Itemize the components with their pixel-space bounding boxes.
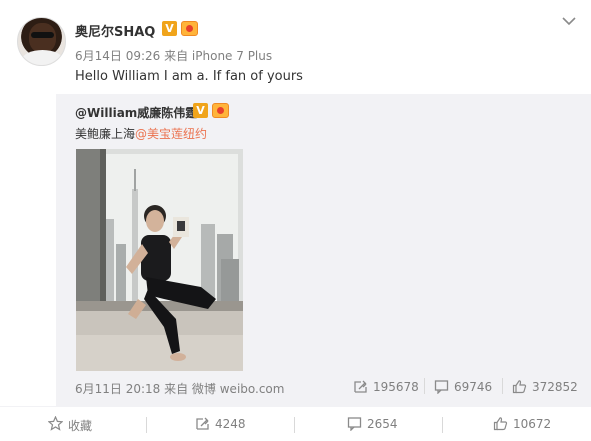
photo-illustration	[76, 149, 243, 371]
repost-text: 美鲍廉上海@美宝莲纽约	[75, 125, 207, 142]
repost-meta[interactable]: 6月11日 20:18 来自 微博 weibo.com	[75, 380, 284, 397]
action-bar: 收藏 4248 2654 10672	[0, 406, 591, 441]
chevron-down-icon[interactable]	[562, 14, 576, 28]
favorite-label: 收藏	[68, 419, 93, 433]
avatar-glasses	[31, 32, 54, 38]
medal-icon[interactable]	[181, 21, 198, 36]
like-icon	[493, 417, 508, 431]
repost-author[interactable]: @William威廉陈伟霆	[75, 104, 197, 121]
divider	[502, 378, 503, 394]
like-icon	[512, 380, 527, 394]
comment-count: 69746	[454, 380, 493, 394]
post-text: Hello William I am a. If fan of yours	[75, 69, 303, 84]
repost-mention[interactable]: @美宝莲纽约	[135, 127, 207, 141]
avatar[interactable]	[17, 17, 66, 66]
repost-box: @William威廉陈伟霆 V 美鲍廉上海@美宝莲纽约 6月11日 20:18 …	[56, 94, 591, 406]
divider	[294, 417, 295, 433]
repost-count: 195678	[373, 380, 419, 394]
divider	[424, 378, 425, 394]
comment-icon	[434, 380, 449, 394]
like-action-count: 10672	[513, 417, 552, 431]
avatar-face	[29, 23, 56, 53]
repost-medal-icon[interactable]	[212, 103, 229, 118]
verified-icon[interactable]: V	[162, 21, 177, 36]
comment-icon	[347, 417, 362, 431]
repost-photo[interactable]	[76, 149, 243, 371]
post-meta[interactable]: 6月14日 09:26 来自 iPhone 7 Plus	[75, 47, 272, 64]
repost-icon	[196, 417, 209, 430]
like-count: 372852	[532, 380, 578, 394]
comment-action-count: 2654	[367, 417, 398, 431]
author-name[interactable]: 奥尼尔SHAQ	[75, 21, 155, 40]
repost-text-prefix: 美鲍廉上海	[75, 127, 136, 141]
repost-icon	[354, 380, 367, 393]
repost-action-count: 4248	[215, 417, 246, 431]
repost-verified-icon[interactable]: V	[193, 103, 208, 118]
favorite-icon	[48, 416, 63, 431]
divider	[442, 417, 443, 433]
avatar-shirt	[22, 50, 63, 65]
divider	[146, 417, 147, 433]
